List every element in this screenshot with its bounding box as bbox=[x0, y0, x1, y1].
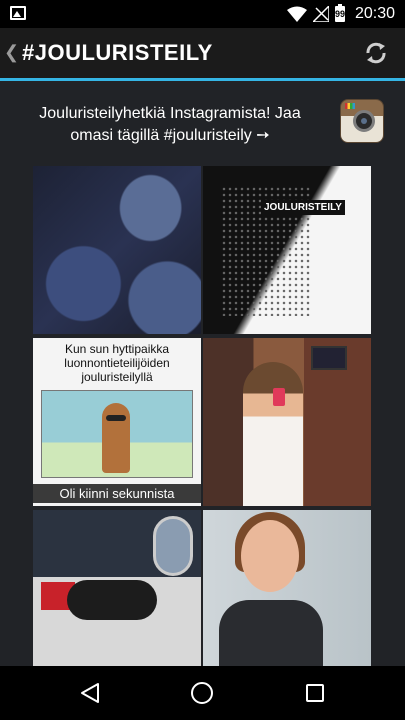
photo-5[interactable] bbox=[33, 510, 201, 666]
meme-bottom-text: Oli kiinni sekunnista bbox=[33, 484, 201, 503]
instagram-lens bbox=[353, 110, 375, 132]
photo-4[interactable] bbox=[203, 338, 371, 506]
app-header: ❮ #JOULURISTEILY bbox=[0, 28, 405, 78]
photo-4-phone bbox=[273, 388, 285, 406]
refresh-button[interactable] bbox=[361, 38, 391, 68]
battery-level: 99 bbox=[334, 9, 345, 19]
chevron-left-icon[interactable]: ❮ bbox=[4, 42, 19, 63]
intro-text: Jouluristeilyhetkiä Instagramista! Jaa o… bbox=[39, 105, 301, 144]
photo-5-porthole bbox=[153, 516, 193, 576]
wifi-icon bbox=[286, 6, 307, 22]
instagram-stripes bbox=[345, 103, 355, 109]
home-circle-icon[interactable] bbox=[191, 682, 213, 704]
meme-top-text: Kun sun hyttipaikka luonnontieteilijöide… bbox=[64, 342, 170, 384]
no-signal-icon bbox=[312, 6, 329, 22]
photo-1[interactable] bbox=[33, 166, 201, 334]
back-triangle-icon[interactable] bbox=[80, 682, 100, 704]
page-title: #JOULURISTEILY bbox=[22, 40, 213, 65]
photo-6-body bbox=[219, 600, 323, 666]
instagram-icon[interactable] bbox=[340, 99, 384, 143]
gallery-icon bbox=[10, 6, 26, 20]
status-time: 20:30 bbox=[354, 5, 395, 22]
photo-4-person bbox=[243, 362, 303, 506]
recent-apps-icon[interactable] bbox=[306, 684, 324, 702]
feed-content[interactable]: Jouluristeilyhetkiä Instagramista! Jaa o… bbox=[0, 81, 405, 666]
photo-6[interactable] bbox=[203, 510, 371, 666]
nav-bar bbox=[0, 666, 405, 720]
photo-2-logo: JOULURISTEILY bbox=[261, 200, 345, 215]
photo-5-sleeper bbox=[67, 580, 157, 620]
photo-4-tv bbox=[311, 346, 347, 370]
photo-6-face bbox=[241, 520, 299, 592]
photo-2[interactable]: JOULURISTEILY bbox=[203, 166, 371, 334]
battery-icon: 99 bbox=[334, 4, 345, 22]
status-indicators: 99 20:30 bbox=[286, 4, 395, 24]
cartoon-figure bbox=[102, 403, 130, 473]
status-bar: 99 20:30 bbox=[0, 0, 405, 28]
refresh-icon bbox=[366, 42, 386, 64]
meme-panel bbox=[41, 390, 193, 478]
photo-3[interactable]: Kun sun hyttipaikka luonnontieteilijöide… bbox=[33, 338, 201, 506]
